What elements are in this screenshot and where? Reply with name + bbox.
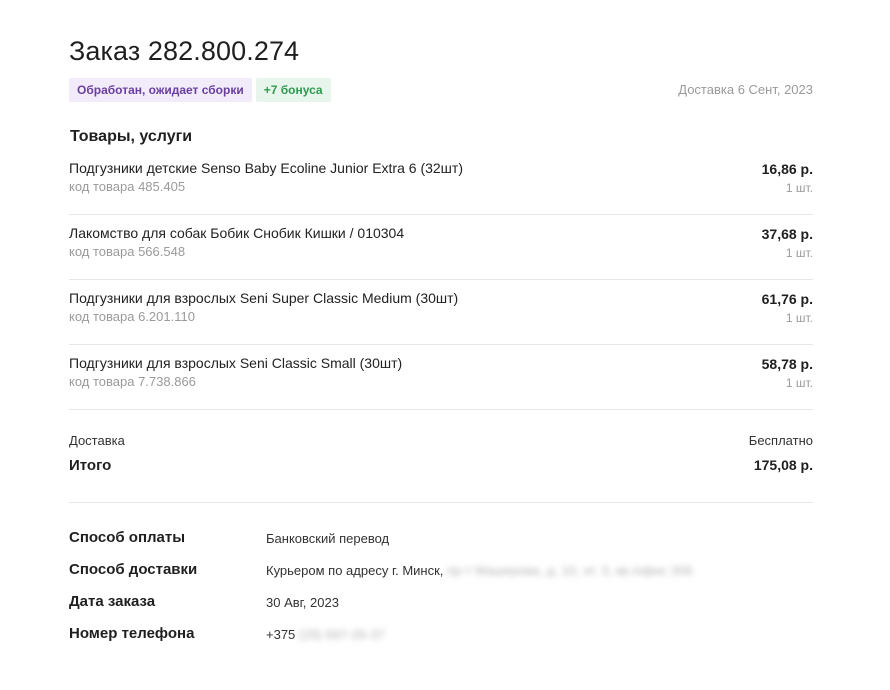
list-item: Подгузники для взрослых Seni Classic Sma… [69,345,813,410]
delivery-date: Доставка 6 Сент, 2023 [678,82,813,97]
payment-method-label: Способ оплаты [69,529,186,546]
order-totals: Доставка Бесплатно Итого 175,08 р. [69,430,813,503]
item-price: 58,78 р. [761,356,813,372]
shipping-row: Способ доставки Курьером по адресу г. Ми… [69,560,813,592]
item-name[interactable]: Подгузники детские Senso Baby Ecoline Ju… [69,160,463,176]
item-price: 37,68 р. [761,226,813,242]
order-date-row: Дата заказа 30 Авг, 2023 [69,592,813,624]
list-item: Лакомство для собак Бобик Снобик Кишки /… [69,215,813,280]
shipping-method-value: Курьером по адресу г. Минск, пр-т Машеро… [266,563,693,578]
item-code: код товара 566.548 [69,244,186,259]
goods-list: Подгузники детские Senso Baby Ecoline Ju… [69,150,813,410]
item-name[interactable]: Подгузники для взрослых Seni Super Class… [69,290,458,306]
item-price: 16,86 р. [761,161,813,177]
phone-value: +375 (29) 697-26-37 [266,627,385,642]
order-date-label: Дата заказа [69,593,156,610]
item-quantity: 1 шт. [785,246,813,260]
phone-redacted: (29) 697-26-37 [298,627,385,642]
order-title: Заказ 282.800.274 [69,36,300,66]
delivery-cost-label: Доставка [69,433,125,448]
item-code: код товара 485.405 [69,179,186,194]
payment-row: Способ оплаты Банковский перевод [69,528,813,560]
item-code: код товара 7.738.866 [69,374,196,389]
payment-method-value: Банковский перевод [266,531,390,546]
item-quantity: 1 шт. [785,376,813,390]
shipping-address-redacted: пр-т Машерова, д. 10, эт. 3, кв./офис 30… [447,563,693,578]
order-badges: Обработан, ожидает сборки +7 бонуса [69,78,331,102]
item-quantity: 1 шт. [785,311,813,325]
order-page: Заказ 282.800.274 Обработан, ожидает сбо… [0,0,890,690]
item-quantity: 1 шт. [785,181,813,195]
item-name[interactable]: Лакомство для собак Бобик Снобик Кишки /… [69,225,404,241]
shipping-address-visible: Курьером по адресу г. Минск, [266,563,444,578]
item-name[interactable]: Подгузники для взрослых Seni Classic Sma… [69,355,402,371]
phone-prefix: +375 [266,627,296,642]
status-badge: Обработан, ожидает сборки [69,78,252,102]
goods-section-title: Товары, услуги [70,128,193,145]
shipping-method-label: Способ доставки [69,561,198,578]
item-price: 61,76 р. [761,291,813,307]
total-label: Итого [69,457,112,474]
list-item: Подгузники для взрослых Seni Super Class… [69,280,813,345]
phone-label: Номер телефона [69,625,195,642]
order-details: Способ оплаты Банковский перевод Способ … [69,528,813,656]
bonus-badge: +7 бонуса [255,78,331,102]
delivery-cost-value: Бесплатно [748,433,813,448]
order-date-value: 30 Авг, 2023 [266,595,339,610]
phone-row: Номер телефона +375 (29) 697-26-37 [69,624,813,656]
item-code: код товара 6.201.110 [69,309,195,324]
total-value: 175,08 р. [753,457,813,473]
list-item: Подгузники детские Senso Baby Ecoline Ju… [69,150,813,215]
